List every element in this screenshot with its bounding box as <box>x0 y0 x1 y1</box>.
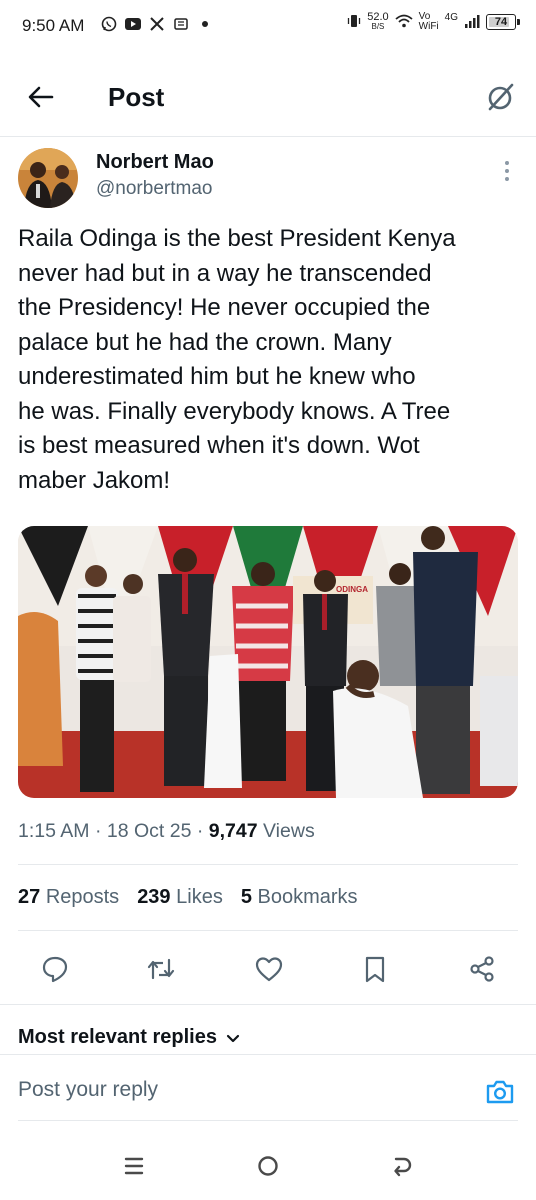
vowifi-indicator: Vo WiFi <box>419 12 439 32</box>
author-name[interactable]: Norbert Mao <box>96 151 214 174</box>
grok-button[interactable] <box>484 80 518 114</box>
notification-icons <box>100 15 214 33</box>
whatsapp-icon <box>100 15 118 33</box>
reply-input[interactable]: Post your reply <box>18 1078 158 1102</box>
bookmarks-count: 5 <box>240 886 252 908</box>
back-arrow-icon <box>28 86 54 108</box>
signal-icon <box>464 14 480 31</box>
like-icon <box>255 957 283 982</box>
back-button[interactable] <box>26 82 56 112</box>
post-text-line: the Presidency! He never occupied the <box>18 294 431 321</box>
chevron-down-icon <box>226 1034 240 1042</box>
post-text: Raila Odinga is the best President Kenya… <box>18 222 524 498</box>
recent-apps-button[interactable] <box>120 1152 148 1180</box>
repost-icon <box>147 958 175 980</box>
wifi-label: WiFi <box>418 21 439 32</box>
meta-separator: · <box>196 820 204 842</box>
home-circle-icon <box>258 1156 278 1176</box>
share-button[interactable] <box>467 954 497 984</box>
back-nav-icon <box>394 1157 412 1177</box>
avatar[interactable] <box>18 148 78 208</box>
post-text-line: he was. Finally everybody knows. A Tree <box>18 397 451 425</box>
meta-divider <box>18 864 518 865</box>
post-text-line: never had but in a way he transcended <box>18 259 432 287</box>
views-count: 9,747 <box>208 820 258 842</box>
input-divider <box>18 1120 518 1121</box>
reposts-stat[interactable]: 27 Reposts <box>18 886 119 909</box>
recents-icon <box>124 1157 144 1175</box>
replies-filter-dropdown[interactable]: Most relevant replies <box>18 1026 241 1049</box>
post-meta: 1:15 AM · 18 Oct 25 · 9,747 Views <box>18 820 315 843</box>
likes-label: Likes <box>176 886 223 908</box>
reposts-label: Reposts <box>45 886 120 908</box>
vibrate-icon <box>347 13 361 32</box>
post-text-line: underestimated him but he knew who <box>18 363 416 390</box>
bookmarks-stat[interactable]: 5 Bookmarks <box>241 886 358 909</box>
status-right: 52.0 B/S Vo WiFi 4G 74 <box>347 12 520 32</box>
wifi-icon <box>395 14 413 31</box>
back-nav-button[interactable] <box>388 1152 416 1180</box>
reply-divider <box>0 1054 536 1055</box>
post-image[interactable]: ODINGA <box>18 526 518 798</box>
battery-indicator: 74 <box>486 14 520 30</box>
network-type: 4G <box>444 12 458 23</box>
reply-button[interactable] <box>40 954 70 984</box>
news-icon <box>172 15 190 33</box>
replies-filter-label: Most relevant replies <box>18 1026 217 1048</box>
post-stats: 27 Reposts 239 Likes 5 Bookmarks <box>18 886 358 909</box>
stats-divider <box>18 930 518 931</box>
dot-icon <box>196 15 214 33</box>
post-text-line: palace but he had the crown. Many <box>18 328 392 356</box>
bookmarks-label: Bookmarks <box>257 886 358 908</box>
likes-stat[interactable]: 239 Likes <box>137 886 223 909</box>
post-text-line: maber Jakom! <box>18 466 171 494</box>
repost-button[interactable] <box>146 954 176 984</box>
bookmark-button[interactable] <box>360 954 390 984</box>
likes-count: 239 <box>137 886 171 908</box>
post-text-line: Raila Odinga is the best President Kenya <box>18 225 456 252</box>
reply-icon <box>42 956 68 983</box>
share-icon <box>470 956 494 982</box>
speed-value: 52.0 <box>367 11 389 23</box>
post-text-line: is best measured when it's down. Wot <box>18 432 420 459</box>
post-header: Post <box>0 66 536 130</box>
x-icon <box>148 15 166 33</box>
battery-level: 74 <box>494 16 508 28</box>
reposts-count: 27 <box>18 886 41 908</box>
views-label: Views <box>263 820 315 842</box>
status-time: 9:50 AM <box>22 16 85 35</box>
actions-divider <box>0 1004 536 1005</box>
status-bar: 9:50 AM 52.0 B/S Vo WiFi 4G 74 <box>0 0 536 56</box>
more-vertical-icon <box>505 161 509 181</box>
bookmark-icon <box>365 956 385 983</box>
image-banner-text: ODINGA <box>336 585 368 594</box>
meta-separator: · <box>94 820 102 842</box>
more-options-button[interactable] <box>500 158 514 184</box>
grok-icon <box>488 83 514 111</box>
system-navbar <box>0 1140 536 1200</box>
youtube-icon <box>124 15 142 33</box>
post-time: 1:15 AM <box>18 820 90 842</box>
network-speed: 52.0 B/S <box>367 12 388 32</box>
page-title: Post <box>108 82 165 112</box>
home-button[interactable] <box>254 1152 282 1180</box>
camera-icon <box>486 1080 514 1104</box>
post-date: 18 Oct 25 <box>106 820 192 842</box>
like-button[interactable] <box>254 954 284 984</box>
speed-unit: B/S <box>371 22 385 31</box>
author-handle[interactable]: @norbertmao <box>96 178 212 200</box>
camera-button[interactable] <box>484 1076 516 1108</box>
header-divider <box>0 136 536 137</box>
post-actions <box>0 940 536 1000</box>
